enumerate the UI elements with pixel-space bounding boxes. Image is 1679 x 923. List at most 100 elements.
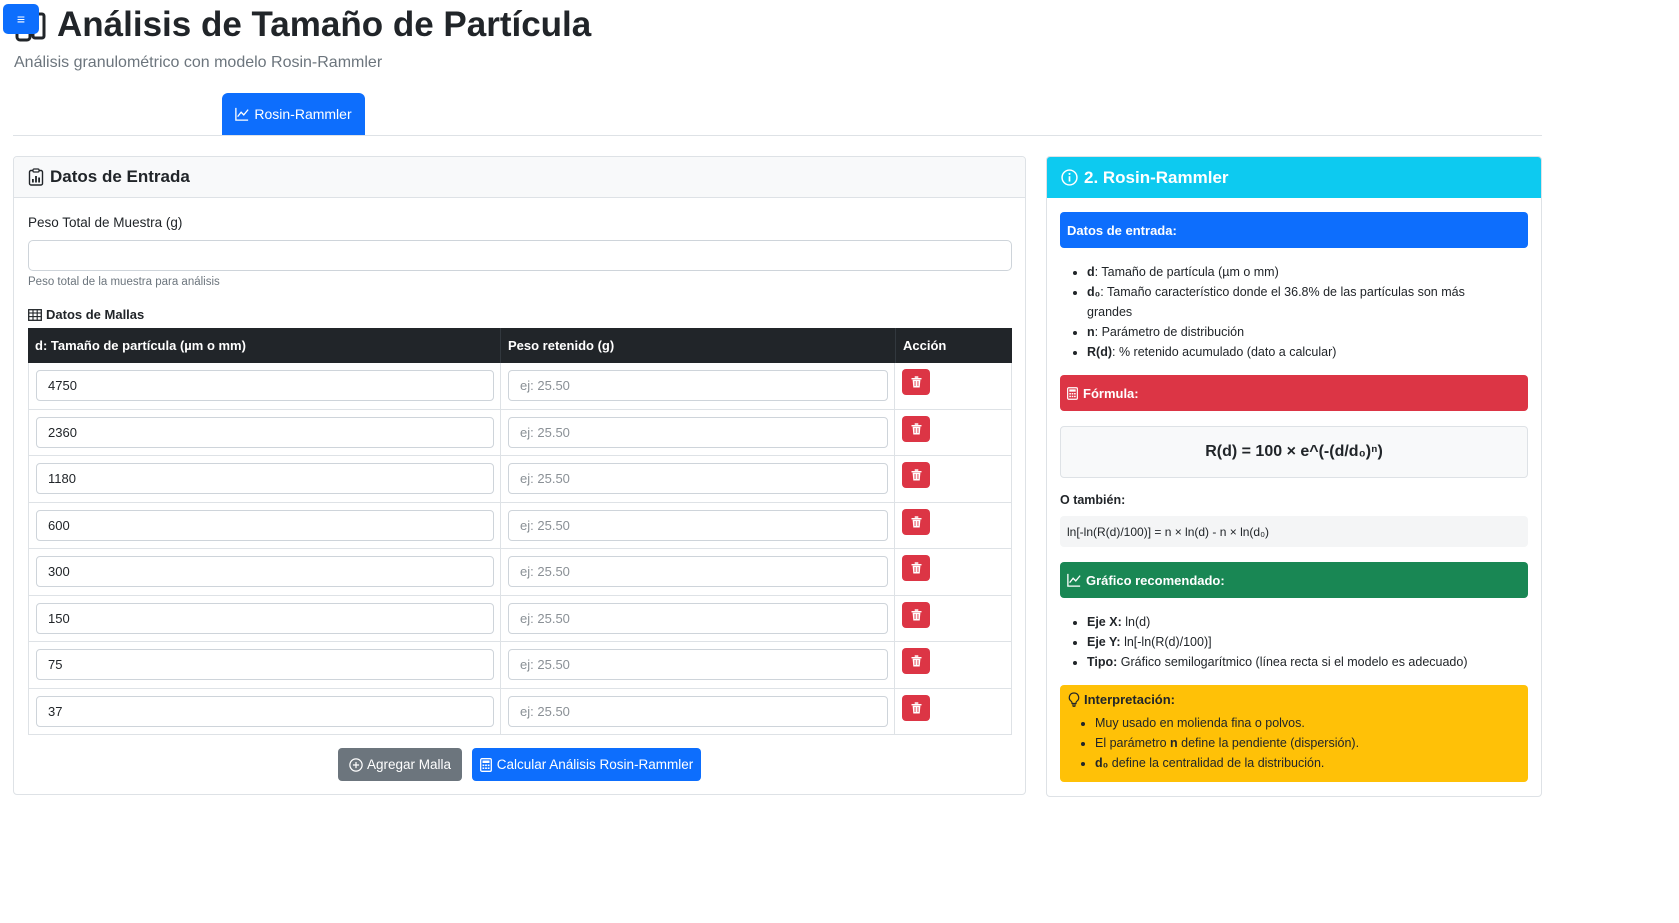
list-item: d₀: Tamaño característico donde el 36.8%… <box>1087 282 1507 322</box>
info-card-title: 2. Rosin-Rammler <box>1084 167 1229 187</box>
graph-icon <box>235 107 250 121</box>
interpretacion-list: Muy usado en molienda fina o polvos. El p… <box>1068 713 1520 773</box>
calculate-button[interactable]: Calcular Análisis Rosin-Rammler <box>472 748 701 781</box>
peso-retenido-input[interactable]: ej: 25.50 <box>508 649 889 680</box>
interp-term: n <box>1170 736 1178 750</box>
peso-retenido-input[interactable]: ej: 25.50 <box>508 695 889 727</box>
cell-peso: ej: 25.50 <box>501 502 896 548</box>
peso-retenido-input[interactable]: ej: 25.50 <box>508 556 889 587</box>
cell-accion <box>895 596 1011 642</box>
particle-size-input[interactable]: 1180 <box>36 463 494 494</box>
peso-total-input[interactable] <box>28 240 1012 271</box>
page-title: Análisis de Tamaño de Partícula <box>13 5 591 45</box>
tab-rosin-rammler[interactable]: Rosin-Rammler <box>222 93 365 135</box>
interpretacion-box: Interpretación: Muy usado en molienda fi… <box>1060 685 1528 782</box>
add-malla-button[interactable]: Agregar Malla <box>338 748 462 781</box>
list-term: d <box>1087 265 1095 279</box>
cell-peso: ej: 25.50 <box>501 549 896 595</box>
info-card-header: 2. Rosin-Rammler <box>1047 157 1541 198</box>
list-item: n: Parámetro de distribución <box>1087 322 1507 342</box>
particle-size-input[interactable]: 600 <box>36 509 494 541</box>
peso-retenido-input[interactable]: ej: 25.50 <box>508 602 889 634</box>
delete-row-button[interactable] <box>902 555 931 581</box>
cell-accion <box>895 689 1011 735</box>
info-card: 2. Rosin-Rammler Datos de entrada: d: Ta… <box>1046 156 1542 797</box>
cell-d: 75 <box>29 642 502 688</box>
delete-row-button[interactable] <box>902 648 931 674</box>
list-term: Eje X: <box>1087 615 1122 629</box>
peso-total-help: Peso total de la muestra para análisis <box>28 276 220 288</box>
clipboard-data-icon <box>28 168 44 186</box>
particle-size-input[interactable]: 4750 <box>36 370 494 401</box>
calculator-icon <box>479 757 492 772</box>
cell-accion <box>895 410 1011 456</box>
list-term: n <box>1087 325 1095 339</box>
list-item: El parámetro n define la pendiente (disp… <box>1095 733 1520 753</box>
particle-size-input[interactable]: 300 <box>36 556 494 587</box>
list-desc: : % retenido acumulado (dato a calcular) <box>1112 345 1337 359</box>
trash-icon <box>911 422 922 434</box>
menu-button[interactable]: ≡ <box>3 4 39 34</box>
list-item: Tipo: Gráfico semilogarítmico (línea rec… <box>1087 652 1507 672</box>
peso-retenido-input[interactable]: ej: 25.50 <box>508 509 889 541</box>
grafico-list: Eje X: ln(d)Eje Y: ln[-ln(R(d)/100)]Tipo… <box>1087 612 1507 672</box>
trash-icon <box>911 469 922 481</box>
delete-row-button[interactable] <box>902 462 931 488</box>
interp-term: d₀ <box>1095 756 1109 770</box>
peso-retenido-input[interactable]: ej: 25.50 <box>508 416 889 448</box>
particle-size-input[interactable]: 150 <box>36 602 494 634</box>
table-row: 2360 ej: 25.50 <box>28 409 1012 456</box>
cell-d: 4750 <box>29 363 502 409</box>
column-header-peso: Peso retenido (g) <box>501 328 896 363</box>
cell-peso: ej: 25.50 <box>501 363 896 409</box>
input-card-header: Datos de Entrada <box>14 157 1025 198</box>
list-item: Eje Y: ln[-ln(R(d)/100)] <box>1087 632 1507 652</box>
table-row: 37 ej: 25.50 <box>28 688 1012 735</box>
cell-d: 2360 <box>29 409 502 455</box>
formula-display: R(d) = 100 × e^(-(d/d₀)ⁿ) <box>1060 426 1528 478</box>
cell-peso: ej: 25.50 <box>501 409 896 455</box>
list-desc: ln[-ln(R(d)/100)] <box>1120 635 1212 649</box>
list-desc: : Tamaño característico donde el 36.8% d… <box>1087 285 1465 319</box>
alt-formula-label: O también: <box>1060 493 1126 507</box>
delete-row-button[interactable] <box>902 694 931 721</box>
cell-peso: ej: 25.50 <box>501 642 896 688</box>
delete-row-button[interactable] <box>902 369 931 395</box>
delete-row-button[interactable] <box>902 601 931 628</box>
input-card-title: Datos de Entrada <box>50 167 190 186</box>
page-subtitle: Análisis granulométrico con modelo Rosin… <box>14 54 383 71</box>
grafico-title: Gráfico recomendado: <box>1086 572 1225 588</box>
plus-circle-icon <box>349 757 363 772</box>
delete-row-button[interactable] <box>902 508 931 535</box>
trash-icon <box>911 515 922 527</box>
list-item: R(d): % retenido acumulado (dato a calcu… <box>1087 342 1507 362</box>
mallas-title-text: Datos de Mallas <box>46 307 145 322</box>
cell-d: 600 <box>29 502 502 548</box>
cell-accion <box>895 456 1011 502</box>
info-circle-icon <box>1061 169 1078 186</box>
cell-peso: ej: 25.50 <box>501 456 896 502</box>
peso-retenido-input[interactable]: ej: 25.50 <box>508 370 889 401</box>
cell-d: 37 <box>29 688 502 734</box>
list-term: R(d) <box>1087 345 1112 359</box>
cell-accion <box>895 363 1011 409</box>
alt-formula: ln[-ln(R(d)/100)] = n × ln(d) - n × ln(d… <box>1060 516 1528 547</box>
cell-accion <box>895 503 1011 549</box>
column-header-d: d: Tamaño de partícula (µm o mm) <box>28 328 501 363</box>
add-malla-label: Agregar Malla <box>366 757 452 772</box>
particle-size-input[interactable]: 2360 <box>36 416 494 448</box>
list-desc: Gráfico semilogarítmico (línea recta si … <box>1117 655 1468 669</box>
table-row: 600 ej: 25.50 <box>28 502 1012 549</box>
particle-size-input[interactable]: 37 <box>36 695 494 727</box>
interp-text: define la pendiente (dispersión). <box>1177 736 1360 750</box>
interpretacion-header: Interpretación: <box>1068 692 1520 707</box>
cell-d: 150 <box>29 595 502 641</box>
cell-peso: ej: 25.50 <box>501 595 896 641</box>
delete-row-button[interactable] <box>902 415 931 442</box>
page-title-text: Análisis de Tamaño de Partícula <box>57 5 592 44</box>
particle-size-input[interactable]: 75 <box>36 649 494 680</box>
table-body: 4750 ej: 25.50 2360 ej: 25.50 1180 ej: 25.50 6… <box>28 363 1012 735</box>
calculate-label: Calcular Análisis Rosin-Rammler <box>496 757 694 772</box>
peso-retenido-input[interactable]: ej: 25.50 <box>508 463 889 494</box>
column-header-accion: Acción <box>903 338 947 353</box>
